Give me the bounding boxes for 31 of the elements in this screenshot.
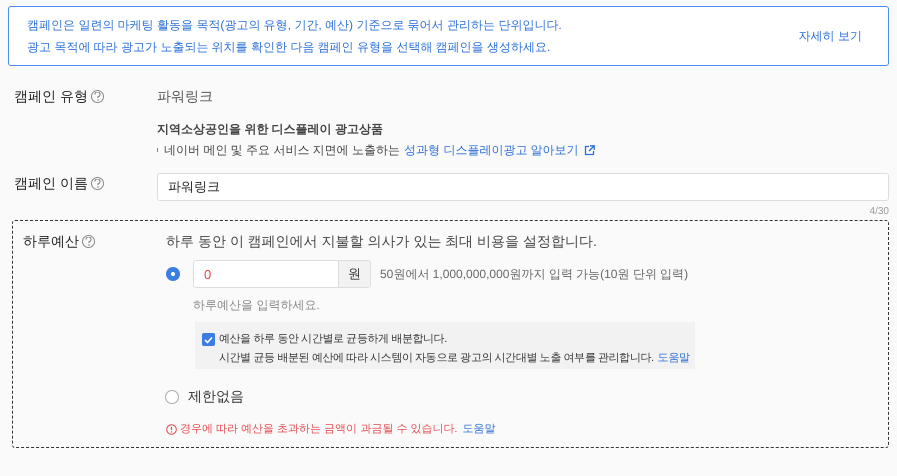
help-link[interactable]: 도움말 [658, 350, 690, 366]
external-link-icon[interactable] [584, 144, 595, 156]
help-link[interactable]: 도움말 [462, 421, 496, 438]
checkbox-label: 예산을 하루 동안 시간별로 균등하게 배분합니다. [219, 332, 448, 347]
hint-text: 하루예산을 입력하세요. [193, 297, 321, 314]
range-hint: 50원에서 1,000,000,000원까지 입력 가능(10원 단위 입력) [380, 266, 688, 283]
checkbox[interactable] [202, 333, 215, 346]
even-split-text: 시간별 균등 배분된 예산에 따라 시스템이 자동으로 광고의 시간대별 노출 여부를 관리합니다. [219, 350, 654, 366]
more-link[interactable]: 자세히 보기 [798, 27, 862, 45]
promo-text: 네이버 메인 및 주요 서비스 지면에 노출하는 [164, 142, 400, 159]
promo-title: 지역소상공인을 위한 디스플레이 광고상품 [157, 121, 384, 138]
radio-label: 제한없음 [188, 387, 244, 406]
warning-icon [166, 424, 177, 435]
field-label: 하루예산 [23, 232, 79, 251]
help-icon[interactable] [90, 176, 104, 190]
field-label: 캠페인 이름 [14, 174, 88, 192]
radio-button[interactable] [166, 267, 180, 281]
budget-amount-field[interactable]: 0 [193, 260, 339, 288]
help-icon[interactable] [82, 235, 95, 248]
help-icon[interactable] [90, 90, 104, 103]
currency-unit: 원 [339, 260, 371, 288]
campaign-type-value: 파워링크 [157, 87, 213, 106]
info-text: 캠페인은 일련의 마케팅 활동을 목적(광고의 유형, 기간, 예산) 기준으로 묶어서 관리하는 단위입니다. [27, 17, 562, 34]
character-counter: 4/30 [870, 205, 889, 219]
field-label: 캠페인 유형 [14, 87, 88, 106]
budget-description: 하루 동안 이 캠페인에서 지불할 의사가 있는 최대 비용을 설정합니다. [166, 232, 597, 251]
campaign-name-field[interactable]: 파워링크 [157, 173, 889, 201]
warning-text: 경우에 따라 예산을 초과하는 금액이 과금될 수 있습니다. [180, 422, 458, 437]
radio-button[interactable] [165, 390, 179, 404]
promo-link[interactable]: 성과형 디스플레이광고 알아보기 [404, 141, 579, 159]
info-text: 광고 목적에 따라 광고가 노출되는 위치를 확인한 다음 캠페인 유형을 선택해 캠페인을 생성하세요. [27, 39, 552, 56]
